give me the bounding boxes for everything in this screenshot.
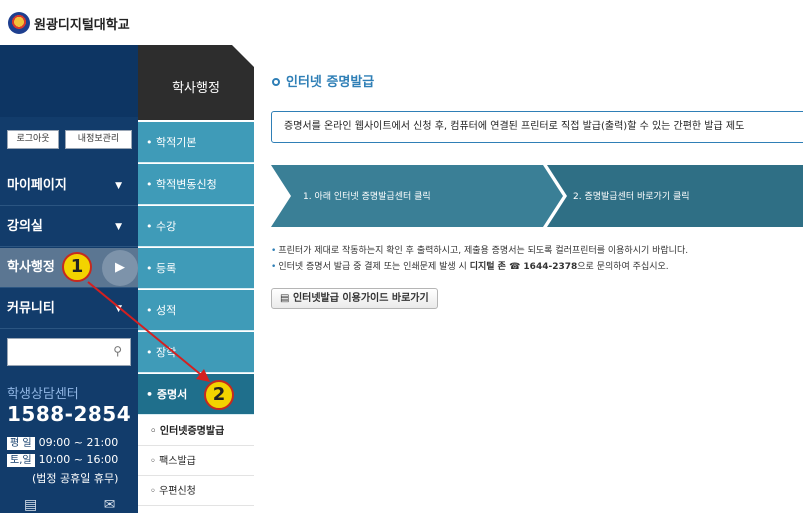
bottom-icons: ▤ ✉ bbox=[24, 497, 115, 513]
sub-item-enrollment-basic[interactable]: • 학적기본 bbox=[138, 122, 254, 163]
nav-item-label: 학사행정 bbox=[7, 260, 55, 275]
sub-sub-label: 우편신청 bbox=[159, 486, 196, 497]
chevron-down-icon: ▼ bbox=[115, 222, 122, 232]
nav-item-label: 커뮤니티 bbox=[7, 301, 55, 316]
chevron-down-icon: ▼ bbox=[115, 304, 122, 314]
description-box: 증명서를 온라인 웹사이트에서 신청 후, 컴퓨터에 연결된 프린터로 직접 발… bbox=[271, 111, 803, 143]
annotation-badge-2: 2 bbox=[204, 380, 234, 410]
sub-item-grades[interactable]: • 성적 bbox=[138, 290, 254, 331]
main-content: 인터넷 증명발급 증명서를 온라인 웹사이트에서 신청 후, 컴퓨터에 연결된 … bbox=[254, 45, 803, 513]
weekday-hours: 평 일 09:00 ~ 21:00 bbox=[7, 436, 118, 450]
step-1: 1. 아래 인터넷 증명발급센터 클릭 bbox=[303, 192, 431, 202]
note-2: • 인터넷 증명서 발급 중 결제 또는 인쇄문제 발생 시 디지털 존 ☎ 16… bbox=[271, 262, 669, 272]
search-box[interactable]: ⚲ bbox=[7, 338, 131, 366]
chevron-down-icon: ▼ bbox=[115, 181, 122, 191]
left-nav-header bbox=[0, 45, 138, 117]
notes: • 프린터가 제대로 작동하는지 확인 후 출력하시고, 제출용 증명서는 되도록… bbox=[271, 243, 688, 275]
sub-item-label: 수강 bbox=[156, 220, 177, 233]
nav-item-label: 마이페이지 bbox=[7, 178, 67, 193]
sub-nav-title: 학사행정 bbox=[138, 45, 254, 120]
sub-sub-item-fax[interactable]: ◦ 팩스발급 bbox=[138, 447, 254, 476]
sub-nav: 학사행정 • 학적기본 • 학적변동신청 • 수강 • 등록 • 성적 • 장학… bbox=[138, 45, 254, 513]
page-title: 인터넷 증명발급 bbox=[272, 71, 374, 90]
weekday-tag: 평 일 bbox=[7, 437, 35, 450]
document-icon[interactable]: ▤ bbox=[24, 497, 37, 513]
school-name[interactable]: 원광디지털대학교 bbox=[34, 14, 130, 33]
sub-item-label: 학적변동신청 bbox=[156, 178, 217, 191]
page-title-text: 인터넷 증명발급 bbox=[286, 75, 375, 90]
page-fold-corner bbox=[232, 45, 254, 67]
play-arrow-icon[interactable]: ▶ bbox=[102, 250, 138, 286]
nav-item-classroom[interactable]: 강의실 ▼ bbox=[0, 207, 138, 247]
annotation-badge-1: 1 bbox=[62, 252, 92, 282]
sub-item-status-change[interactable]: • 학적변동신청 bbox=[138, 164, 254, 205]
profile-button[interactable]: 내정보관리 bbox=[65, 130, 132, 149]
sub-item-label: 등록 bbox=[156, 262, 177, 275]
sub-sub-label: 인터넷증명발급 bbox=[159, 426, 225, 437]
usage-guide-button[interactable]: ▤ 인터넷발급 이용가이드 바로가기 bbox=[271, 288, 438, 309]
sub-item-scholarship[interactable]: • 장학 bbox=[138, 332, 254, 373]
university-logo-icon[interactable] bbox=[8, 12, 30, 34]
sub-sub-label: 팩스발급 bbox=[159, 456, 196, 467]
step-2: 2. 증명발급센터 바로가기 클릭 bbox=[573, 192, 690, 202]
holiday-note: (법정 공휴일 휴무) bbox=[32, 472, 119, 485]
document-icon: ▤ bbox=[280, 293, 290, 304]
nav-item-mypage[interactable]: 마이페이지 ▼ bbox=[0, 166, 138, 206]
sub-item-label: 학적기본 bbox=[156, 136, 197, 149]
sub-item-label: 성적 bbox=[156, 304, 177, 317]
search-icon[interactable]: ⚲ bbox=[113, 344, 122, 358]
sub-sub-item-internet-issue[interactable]: ◦ 인터넷증명발급 bbox=[138, 417, 254, 446]
counsel-phone: 1588-2854 bbox=[7, 402, 132, 426]
sub-item-tuition[interactable]: • 등록 bbox=[138, 248, 254, 289]
counsel-center-title: 학생상담센터 bbox=[7, 387, 79, 402]
top-header: 원광디지털대학교 bbox=[0, 0, 803, 45]
steps-banner: 1. 아래 인터넷 증명발급센터 클릭 2. 증명발급센터 바로가기 클릭 bbox=[271, 165, 803, 227]
sub-item-course-registration[interactable]: • 수강 bbox=[138, 206, 254, 247]
note-1-text: 프린터가 제대로 작동하는지 확인 후 출력하시고, 제출용 증명서는 되도록 … bbox=[278, 246, 689, 256]
note-2-contact: 디지털 존 ☎ 1644-2378 bbox=[469, 262, 578, 272]
sub-sub-item-mail[interactable]: ◦ 우편신청 bbox=[138, 477, 254, 506]
logout-button[interactable]: 로그아웃 bbox=[7, 130, 59, 149]
nav-item-label: 강의실 bbox=[7, 219, 43, 234]
sub-nav-title-text: 학사행정 bbox=[172, 81, 220, 96]
sub-item-certificates[interactable]: • 증명서 bbox=[138, 374, 254, 415]
note-2-prefix: 인터넷 증명서 발급 중 결제 또는 인쇄문제 발생 시 bbox=[278, 262, 467, 272]
nav-item-community[interactable]: 커뮤니티 ▼ bbox=[0, 289, 138, 329]
sub-item-label: 장학 bbox=[156, 346, 177, 359]
title-bullet-icon bbox=[272, 78, 280, 86]
weekend-hours-text: 10:00 ~ 16:00 bbox=[38, 453, 119, 466]
weekend-hours: 토,일 10:00 ~ 16:00 bbox=[7, 453, 118, 467]
usage-guide-label: 인터넷발급 이용가이드 바로가기 bbox=[292, 293, 429, 304]
note-1: • 프린터가 제대로 작동하는지 확인 후 출력하시고, 제출용 증명서는 되도록… bbox=[271, 246, 689, 256]
sub-item-label: 증명서 bbox=[156, 388, 188, 401]
mail-icon[interactable]: ✉ bbox=[104, 497, 116, 513]
note-2-suffix: 으로 문의하여 주십시오. bbox=[577, 262, 669, 272]
weekday-hours-text: 09:00 ~ 21:00 bbox=[38, 436, 119, 449]
weekend-tag: 토,일 bbox=[7, 454, 35, 467]
